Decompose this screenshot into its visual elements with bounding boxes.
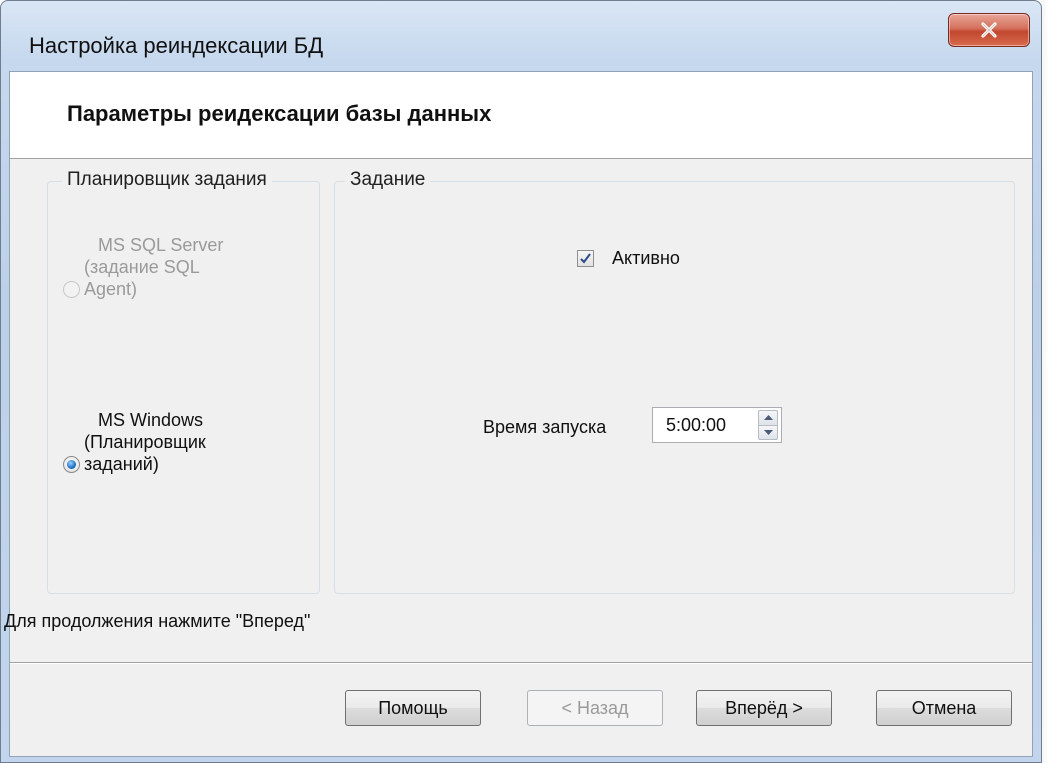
start-time-label: Время запуска: [483, 417, 607, 437]
sql-server-line-3: Agent): [84, 279, 138, 299]
arrow-down-icon: [763, 429, 773, 435]
close-button[interactable]: [948, 13, 1030, 47]
windows-line-3: заданий): [84, 454, 159, 474]
page-title: Параметры реидексации базы данных: [67, 101, 492, 126]
back-button[interactable]: < Назад: [527, 690, 663, 726]
dialog-window: Настройка реиндексации БД Параметры реид…: [0, 0, 1042, 763]
windows-line-2: (Планировщик: [84, 432, 206, 452]
start-time-spinner[interactable]: 5:00:00: [652, 407, 782, 443]
task-group: Задание Активно Время запуска 5:00:00: [334, 169, 1015, 594]
hint-text: Для продолжения нажмите "Вперед": [4, 611, 311, 631]
sql-server-line-2: (задание SQL: [84, 257, 200, 277]
start-time-input[interactable]: 5:00:00: [666, 415, 758, 436]
scheduler-group: Планировщик задания MS SQL Server (задан…: [47, 169, 320, 594]
help-button[interactable]: Помощь: [345, 690, 481, 726]
next-button[interactable]: Вперёд >: [696, 690, 832, 726]
close-icon: [981, 22, 997, 38]
windows-line-1: MS Windows: [98, 410, 204, 430]
task-group-legend: Задание: [345, 169, 431, 191]
footer-divider: [10, 662, 1032, 664]
radio-windows-label: MS Windows (Планировщик заданий): [84, 409, 206, 475]
spinner-buttons: [758, 410, 778, 440]
arrow-up-icon: [763, 415, 773, 421]
active-checkbox[interactable]: [577, 250, 594, 267]
window-title: Настройка реиндексации БД: [29, 33, 324, 58]
radio-sql-server-label: MS SQL Server (задание SQL Agent): [84, 234, 223, 300]
radio-sql-server-indicator[interactable]: [63, 280, 80, 298]
active-checkbox-row[interactable]: Активно: [577, 248, 680, 269]
cancel-button[interactable]: Отмена: [876, 690, 1012, 726]
dialog-client-area: Параметры реидексации базы данных Планир…: [4, 71, 1033, 757]
window-shadow: [1041, 0, 1049, 763]
radio-windows[interactable]: MS Windows (Планировщик заданий): [63, 410, 206, 475]
spin-down-button[interactable]: [758, 425, 778, 440]
wizard-header: Параметры реидексации базы данных: [10, 72, 1032, 159]
sql-server-line-1: MS SQL Server: [98, 235, 224, 255]
scheduler-group-legend: Планировщик задания: [62, 169, 272, 191]
radio-sql-server[interactable]: MS SQL Server (задание SQL Agent): [63, 235, 223, 300]
active-label: Активно: [612, 248, 680, 268]
spin-up-button[interactable]: [758, 410, 778, 426]
checkmark-icon: [580, 253, 591, 264]
radio-windows-indicator[interactable]: [63, 455, 80, 473]
